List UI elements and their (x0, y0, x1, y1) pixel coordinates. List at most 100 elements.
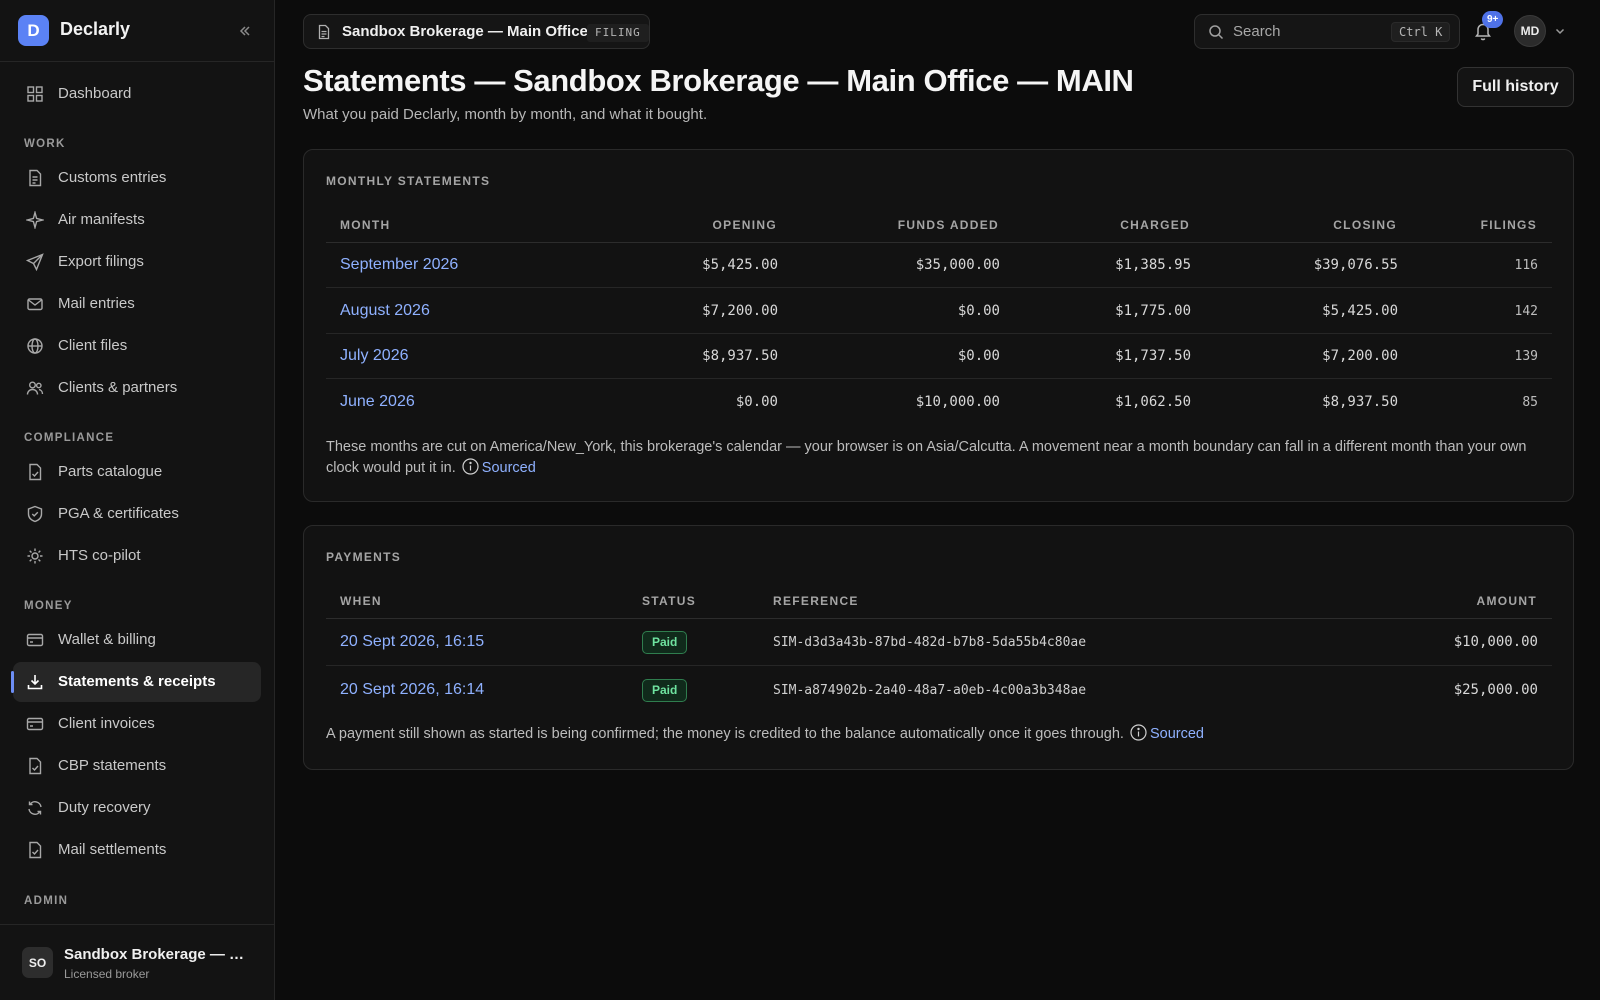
account-avatar: SO (22, 947, 53, 978)
payments-card: PAYMENTS WHEN STATUS REFERENCE AMOUNT 20… (303, 525, 1574, 770)
filings-count: 142 (1514, 304, 1538, 319)
grid-icon (27, 86, 43, 102)
sourced-label: Sourced (1149, 726, 1204, 742)
credit-card-icon (26, 633, 44, 647)
sidebar-item-customs-entries[interactable]: Customs entries (13, 158, 261, 198)
payment-reference: SIM-a874902b-2a40-48a7-a0eb-4c00a3b348ae (773, 683, 1087, 698)
sourced-link[interactable]: Sourced (1128, 724, 1204, 742)
sidebar-item-label: Export filings (58, 253, 144, 270)
sourced-link[interactable]: Sourced (460, 458, 536, 476)
sidebar-item-label: Wallet & billing (58, 631, 156, 648)
sidebar-item-wallet-billing[interactable]: Wallet & billing (13, 620, 261, 660)
page-title: Statements — Sandbox Brokerage — Main Of… (303, 63, 1134, 98)
document-check-icon (29, 841, 42, 859)
sidebar-item-label: Air manifests (58, 211, 145, 228)
funds-added-value: $0.00 (957, 348, 1000, 364)
search-input[interactable]: Search Ctrl K (1194, 14, 1460, 49)
notifications-badge: 9+ (1482, 11, 1504, 28)
sidebar-item-client-invoices[interactable]: Client invoices (13, 704, 261, 744)
account-role: Licensed broker (64, 967, 150, 981)
sidebar-item-label: Duty recovery (58, 799, 151, 816)
document-check-icon (29, 463, 42, 481)
full-history-button[interactable]: Full history (1457, 67, 1574, 107)
month-link[interactable]: June 2026 (340, 393, 415, 411)
sidebar-item-label: Parts catalogue (58, 463, 163, 480)
collapse-sidebar-icon[interactable] (236, 22, 254, 40)
search-icon (1209, 25, 1224, 40)
sidebar-item-duty-recovery[interactable]: Duty recovery (13, 788, 261, 828)
payment-note: A payment still shown as started is bein… (326, 724, 1552, 745)
card-title: PAYMENTS (326, 550, 402, 564)
sidebar-item-label: Mail entries (58, 295, 135, 312)
sun-icon (27, 548, 43, 564)
closing-value: $39,076.55 (1313, 257, 1398, 273)
table-row: 20 Sept 2026, 16:14 Paid SIM-a874902b-2a… (326, 667, 1552, 714)
credit-card-icon (26, 717, 44, 731)
payment-when-link[interactable]: 20 Sept 2026, 16:15 (340, 633, 484, 651)
sidebar-item-label: Clients & partners (58, 379, 178, 396)
status-badge: Paid (642, 679, 688, 702)
table-row: August 2026 $7,200.00 $0.00 $1,775.00 $5… (326, 289, 1552, 334)
sidebar-item-label: Statements & receipts (58, 673, 216, 690)
payment-reference: SIM-d3d3a43b-87bd-482d-b7b8-5da55b4c80ae (773, 635, 1087, 650)
month-link[interactable]: August 2026 (340, 302, 430, 320)
closing-value: $7,200.00 (1322, 348, 1398, 364)
sidebar-item-export-filings[interactable]: Export filings (13, 242, 261, 282)
sidebar-item-label: Customs entries (58, 169, 167, 186)
account-name: Sandbox Brokerage — Main Office (64, 946, 256, 963)
sidebar-item-mail-settlements[interactable]: Mail settlements (13, 830, 261, 870)
sidebar-item-dashboard[interactable]: Dashboard (13, 74, 261, 114)
month-link[interactable]: September 2026 (340, 256, 458, 274)
document-icon (318, 24, 330, 40)
funds-added-value: $10,000.00 (915, 394, 1000, 410)
sidebar-item-parts-catalogue[interactable]: Parts catalogue (13, 452, 261, 492)
section-label-work: WORK (24, 138, 66, 150)
sidebar-item-label: Client files (58, 337, 128, 354)
column-header: FILINGS (1480, 218, 1537, 232)
payment-amount: $10,000.00 (1453, 634, 1538, 650)
sidebar-item-label: HTS co-pilot (58, 547, 141, 564)
column-header: CHARGED (1120, 218, 1190, 232)
column-header: MONTH (340, 218, 391, 232)
payment-note-text: A payment still shown as started is bein… (326, 726, 1124, 742)
sidebar-item-hts-copilot[interactable]: HTS co-pilot (13, 536, 261, 576)
opening-value: $5,425.00 (702, 257, 778, 273)
funds-added-value: $0.00 (957, 303, 1000, 319)
refresh-icon (28, 801, 42, 815)
sidebar-item-label: CBP statements (58, 757, 167, 774)
sidebar-item-pga-certificates[interactable]: PGA & certificates (13, 494, 261, 534)
send-icon (26, 253, 44, 271)
sidebar-item-cbp-statements[interactable]: CBP statements (13, 746, 261, 786)
globe-icon (27, 338, 43, 354)
payment-when-link[interactable]: 20 Sept 2026, 16:14 (340, 681, 484, 699)
opening-value: $8,937.50 (702, 348, 778, 364)
month-link[interactable]: July 2026 (340, 347, 409, 365)
mail-icon (27, 298, 43, 311)
account-switcher[interactable]: SO Sandbox Brokerage — Main Office Licen… (0, 924, 275, 1000)
office-mode-tag: FILING (587, 24, 649, 42)
table-row: July 2026 $8,937.50 $0.00 $1,737.50 $7,2… (326, 334, 1552, 379)
brand-logo[interactable]: D (18, 15, 49, 46)
sidebar-item-air-manifests[interactable]: Air manifests (13, 200, 261, 240)
charged-value: $1,385.95 (1115, 257, 1191, 273)
sidebar-item-label: Mail settlements (58, 841, 167, 858)
sidebar-item-clients-partners[interactable]: Clients & partners (13, 368, 261, 408)
sidebar-item-mail-entries[interactable]: Mail entries (13, 284, 261, 324)
sidebar-item-label: Dashboard (58, 85, 132, 102)
sidebar-item-client-files[interactable]: Client files (13, 326, 261, 366)
charged-value: $1,775.00 (1115, 303, 1191, 319)
office-selector[interactable]: Sandbox Brokerage — Main Office FILING (303, 14, 650, 49)
card-title: MONTHLY STATEMENTS (326, 174, 491, 188)
user-avatar[interactable]: MD (1514, 15, 1546, 47)
download-icon (27, 675, 43, 690)
charged-value: $1,062.50 (1115, 394, 1191, 410)
brand-name: Declarly (60, 19, 131, 39)
sidebar-item-statements-receipts[interactable]: Statements & receipts (11, 662, 261, 702)
charged-value: $1,737.50 (1115, 348, 1191, 364)
column-header: STATUS (642, 594, 697, 608)
section-label-admin: ADMIN (24, 895, 69, 907)
column-header: FUNDS ADDED (897, 218, 999, 232)
payment-amount: $25,000.00 (1453, 682, 1538, 698)
sourced-label: Sourced (481, 460, 536, 476)
chevron-down-icon[interactable] (1554, 25, 1566, 37)
